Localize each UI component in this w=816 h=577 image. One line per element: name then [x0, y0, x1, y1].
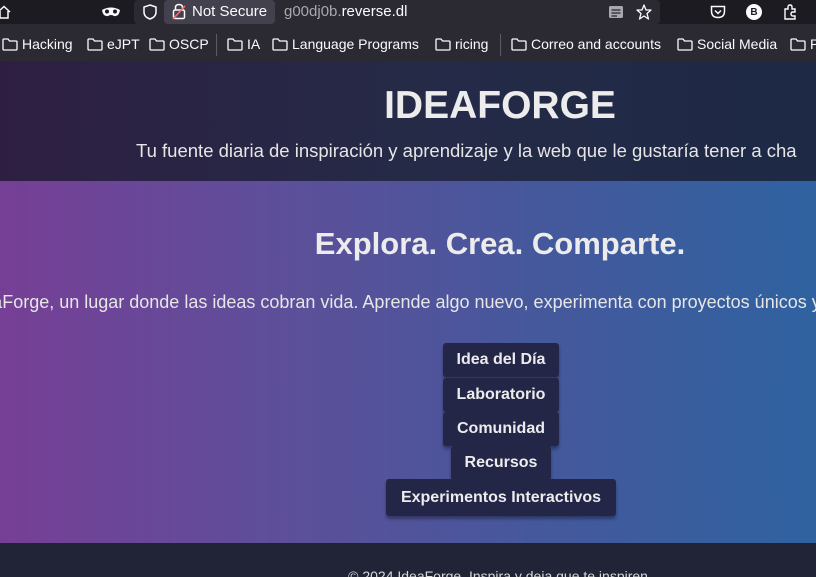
bookmark-folder-ricing[interactable]: ricing — [435, 36, 488, 52]
shield-icon[interactable] — [140, 2, 160, 22]
url-subdomain: g00dj0b. — [284, 3, 342, 20]
url-domain: reverse.dl — [341, 3, 408, 20]
comunidad-button[interactable]: Comunidad — [443, 412, 559, 446]
private-browsing-mask-icon — [101, 2, 121, 22]
bookmark-separator — [500, 34, 501, 56]
folder-icon — [2, 37, 18, 51]
hero-title: Explora. Crea. Comparte. — [314, 226, 686, 261]
insecure-lock-icon — [172, 3, 186, 25]
bookmark-folder-language-programs[interactable]: Language Programs — [272, 36, 419, 52]
recursos-button[interactable]: Recursos — [451, 446, 551, 480]
footer-copyright: © 2024 IdeaForge. Inspira y deja que te … — [348, 568, 652, 577]
bookmark-folder-correo[interactable]: Correo and accounts — [511, 36, 661, 52]
laboratorio-button[interactable]: Laboratorio — [443, 378, 559, 412]
bookmark-folder-social-media[interactable]: Social Media — [677, 36, 777, 52]
bookmark-label: ricing — [455, 36, 489, 52]
bookmark-label: eJPT — [107, 36, 140, 52]
folder-icon — [511, 37, 527, 51]
bookmark-label: P — [810, 36, 816, 52]
experimentos-interactivos-button[interactable]: Experimentos Interactivos — [386, 479, 616, 516]
folder-icon — [435, 37, 451, 51]
bookmark-folder-ia[interactable]: IA — [227, 36, 260, 52]
account-avatar-letter: B — [746, 4, 762, 20]
folder-icon — [87, 37, 103, 51]
bookmark-folder-oscp[interactable]: OSCP — [149, 36, 209, 52]
bookmark-star-icon[interactable] — [634, 2, 654, 22]
bookmark-folder-p[interactable]: P — [790, 36, 816, 52]
url-text[interactable]: g00dj0b.reverse.dl — [284, 3, 407, 20]
extensions-icon[interactable] — [780, 2, 800, 22]
bookmark-label: Social Media — [697, 36, 778, 52]
idea-del-dia-button[interactable]: Idea del Día — [443, 343, 559, 377]
site-header: IDEAFORGE Tu fuente diaria de inspiració… — [0, 61, 816, 181]
browser-toolbar: Not Secure g00dj0b.reverse.dl B — [0, 0, 816, 24]
hero-description: Bienvenido a IdeaForge, un lugar donde l… — [0, 292, 816, 312]
folder-icon — [790, 37, 806, 51]
bookmark-label: IA — [247, 36, 261, 52]
reader-view-icon[interactable] — [606, 2, 626, 22]
security-indicator[interactable]: Not Secure — [164, 0, 275, 24]
folder-icon — [227, 37, 243, 51]
bookmark-label: Hacking — [22, 36, 73, 52]
pocket-icon[interactable] — [708, 2, 728, 22]
site-tagline: Tu fuente diaria de inspiración y aprend… — [136, 140, 797, 161]
folder-icon — [272, 37, 288, 51]
bookmarks-toolbar: Hacking eJPT OSCP IA Language Programs r… — [0, 24, 816, 61]
bookmark-folder-ejpt[interactable]: eJPT — [87, 36, 140, 52]
home-icon[interactable] — [0, 2, 14, 22]
security-label: Not Secure — [192, 3, 268, 20]
hero-section: Explora. Crea. Comparte. Bienvenido a Id… — [0, 181, 816, 543]
bookmark-label: OSCP — [169, 36, 209, 52]
site-title: IDEAFORGE — [384, 84, 616, 127]
bookmark-folder-hacking[interactable]: Hacking — [2, 36, 73, 52]
account-avatar[interactable]: B — [744, 2, 764, 22]
bookmark-label: Correo and accounts — [531, 36, 661, 52]
bookmark-label: Language Programs — [292, 36, 419, 52]
bookmark-separator — [216, 34, 217, 56]
folder-icon — [149, 37, 165, 51]
site-footer: © 2024 IdeaForge. Inspira y deja que te … — [0, 543, 816, 577]
url-field[interactable]: Not Secure g00dj0b.reverse.dl — [134, 0, 660, 24]
folder-icon — [677, 37, 693, 51]
